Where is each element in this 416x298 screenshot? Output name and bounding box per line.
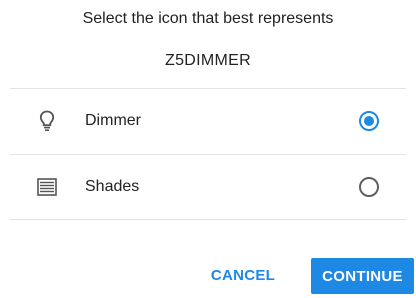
divider	[10, 219, 406, 220]
window-shades-icon	[36, 175, 58, 199]
continue-button[interactable]: CONTINUE	[311, 258, 414, 294]
option-label: Shades	[85, 178, 140, 195]
radio-shades[interactable]	[359, 177, 379, 197]
cancel-button[interactable]: CANCEL	[208, 262, 278, 288]
dialog-title: Select the icon that best represents	[82, 10, 334, 27]
option-shades[interactable]: Shades	[10, 154, 406, 220]
option-dimmer[interactable]: Dimmer	[10, 88, 406, 154]
lightbulb-icon	[36, 109, 58, 133]
radio-dimmer[interactable]	[359, 111, 379, 131]
icon-select-dialog: Select the icon that best represents Z5D…	[0, 0, 416, 298]
option-label: Dimmer	[85, 112, 141, 129]
device-name: Z5DIMMER	[165, 52, 251, 69]
